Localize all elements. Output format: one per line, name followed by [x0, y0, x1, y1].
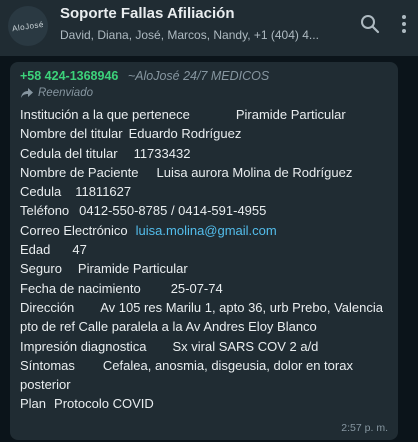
field-label: Correo Electrónico [20, 222, 128, 238]
field-label: Cedula del titular [20, 145, 118, 161]
field-value: Av 105 res Marilu 1, apto 36, urb Prebo,… [20, 299, 383, 335]
field-value: Protocolo COVID [54, 396, 154, 412]
field-label: Seguro [20, 261, 62, 277]
field-value: Luisa aurora Molina de Rodríguez [156, 164, 353, 180]
field-row: Nombre del titular Eduardo Rodríguez [20, 124, 388, 143]
field-label: Nombre de Paciente [20, 164, 139, 180]
field-row: Seguro Piramide Particular [20, 259, 388, 278]
field-label: Síntomas [20, 357, 75, 373]
field-row: Cedula 11811627 [20, 182, 388, 201]
field-label: Impresión diagnostica [20, 338, 147, 354]
field-row: Teléfono 0412-550-8785 / 0414-591-4955 [20, 201, 388, 220]
field-label: Dirección [20, 299, 75, 315]
field-row: Institución a la que pertenece Piramide P… [20, 105, 388, 124]
chat-participants: David, Diana, José, Marcos, Nandy, +1 (4… [60, 28, 319, 42]
field-label: Nombre del titular [20, 126, 123, 142]
field-label: Plan [20, 396, 47, 412]
field-row: Edad 47 [20, 240, 388, 259]
field-label: Fecha de nacimiento [20, 280, 141, 296]
field-row: Cedula del titular 11733432 [20, 144, 388, 163]
field-value: 11733432 [133, 145, 191, 161]
chat-title: Soporte Fallas Afiliación [60, 5, 235, 22]
field-value: 11811627 [75, 184, 132, 200]
message-bubble[interactable]: +58 424-1368946 ~AloJosé 24/7 MEDICOS Re… [10, 62, 398, 440]
field-label: Cedula [20, 184, 62, 200]
forward-icon [21, 88, 33, 98]
chat-header-info[interactable]: Soporte Fallas Afiliación David, Diana, … [60, 5, 340, 42]
field-label: Edad [20, 242, 51, 258]
message-body: Institución a la que pertenece Piramide P… [20, 105, 388, 414]
field-value: Eduardo Rodríguez [128, 126, 242, 142]
field-label: Institución a la que pertenece [20, 107, 190, 122]
sender-phone[interactable]: +58 424-1368946 [20, 69, 118, 83]
field-value: Piramide Particular [235, 107, 346, 122]
field-row: Impresión diagnostica Sx viral SARS COV 2… [20, 337, 388, 356]
field-value: 47 [72, 242, 87, 258]
email-link[interactable]: luisa.molina@gmail.com [136, 223, 277, 238]
field-row: Síntomas Cefalea, anosmia, disgeusia, dol… [20, 356, 388, 395]
search-icon[interactable] [358, 12, 382, 36]
field-value: 0412-550-8785 / 0414-591-4955 [79, 203, 267, 219]
forwarded-text: Reenviado [38, 87, 93, 99]
field-row: Correo Electrónico luisa.molina@gmail.com [20, 221, 388, 240]
field-row: Dirección Av 105 res Marilu 1, apto 36, u… [20, 298, 388, 337]
field-row: Nombre de Paciente Luisa aurora Molina de… [20, 163, 388, 182]
field-row: Fecha de nacimiento 25-07-74 [20, 279, 388, 298]
message-timestamp: 2:57 p. m. [341, 422, 388, 434]
field-label: Teléfono [20, 203, 70, 219]
sender-line: +58 424-1368946 ~AloJosé 24/7 MEDICOS [20, 69, 388, 83]
avatar-logo-text: AloJosé [11, 19, 45, 33]
chat-header[interactable]: AloJosé Soporte Fallas Afiliación David,… [0, 0, 418, 56]
field-value: Sx viral SARS COV 2 a/d [172, 338, 319, 354]
sender-name: ~AloJosé 24/7 MEDICOS [127, 69, 270, 83]
field-value: Piramide Particular [77, 261, 188, 277]
field-row: Plan Protocolo COVID [20, 394, 388, 413]
forwarded-label: Reenviado [20, 87, 388, 99]
menu-icon[interactable] [392, 12, 416, 36]
group-avatar[interactable]: AloJosé [8, 6, 48, 46]
field-value: 25-07-74 [170, 280, 223, 296]
